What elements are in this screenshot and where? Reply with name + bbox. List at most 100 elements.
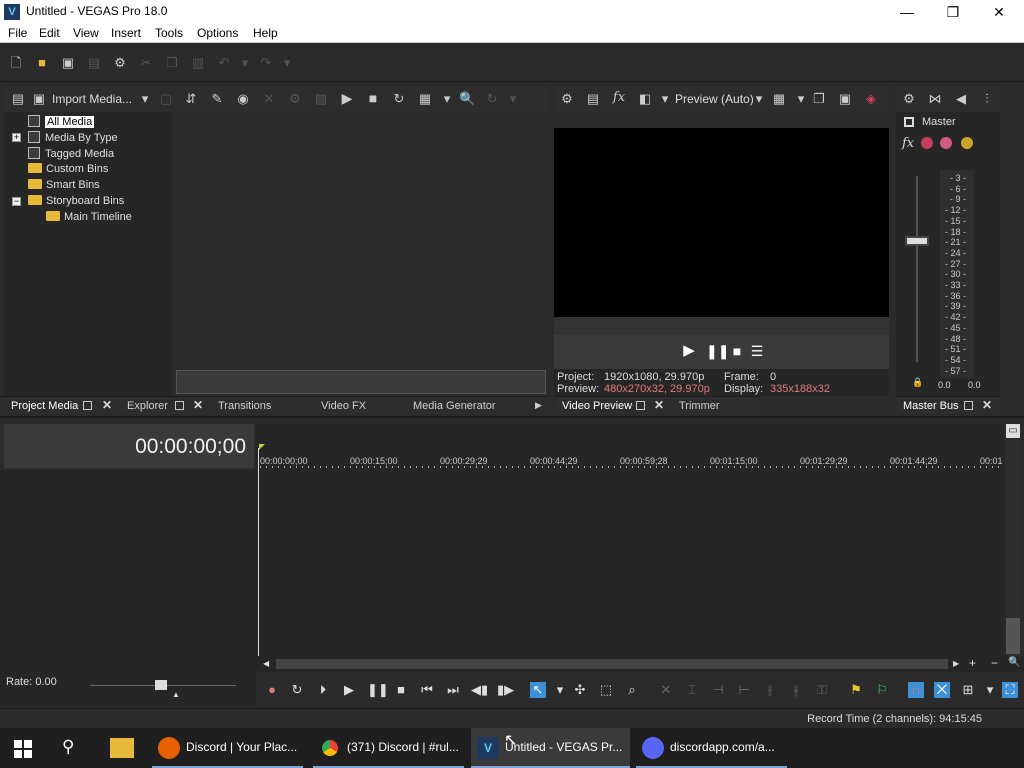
get-media-icon[interactable]: ⇵ — [184, 92, 198, 106]
panel-menu-icon[interactable]: ▤ — [11, 92, 25, 106]
preview-settings-gear-icon[interactable]: ⚙ — [560, 92, 574, 106]
capture-icon[interactable]: ▢ — [159, 92, 173, 106]
trim-end-icon[interactable]: ⊢ — [736, 682, 752, 698]
master-fx-icon[interactable]: fx — [902, 136, 914, 151]
search-icon[interactable]: ⚲ — [62, 737, 74, 757]
tree-item-tagged-media[interactable]: Tagged Media — [28, 147, 114, 160]
undock-icon[interactable] — [964, 401, 973, 410]
mixer-faders-icon[interactable]: ⫶ — [980, 92, 994, 106]
lock-icon[interactable]: 🔒 — [912, 377, 923, 388]
menu-tools[interactable]: Tools — [155, 26, 183, 40]
rate-slider-handle[interactable] — [155, 680, 167, 690]
downmix-icon[interactable]: ⋈ — [928, 92, 942, 106]
menu-edit[interactable]: Edit — [39, 26, 60, 40]
go-to-start-icon[interactable]: ⏮ — [419, 682, 435, 698]
overlays-dropdown-icon[interactable]: ▾ — [794, 92, 808, 106]
taskbar-item-chrome[interactable]: (371) Discord | #rul... — [313, 728, 464, 768]
tab-transitions[interactable]: Transitions — [218, 400, 271, 412]
play-from-start-icon[interactable]: ⏵ — [315, 682, 331, 698]
views-icon[interactable]: ▦ — [418, 92, 432, 106]
preview-device-icon[interactable]: ▤ — [586, 92, 600, 106]
redo-icon[interactable]: ↷ — [259, 56, 273, 70]
marker-bar-icon[interactable]: ▭ — [1006, 424, 1020, 438]
copy-icon[interactable]: ❐ — [165, 56, 179, 70]
minimize-button[interactable]: — — [884, 0, 930, 24]
media-scroll-area[interactable] — [176, 370, 546, 394]
expand-icon[interactable]: + — [12, 133, 21, 142]
save-as-icon[interactable]: ▤ — [87, 56, 101, 70]
color-scopes-icon[interactable]: ◈ — [864, 92, 878, 106]
views-dropdown-icon[interactable]: ▾ — [440, 92, 454, 106]
video-fx-icon[interactable]: fx — [612, 91, 626, 105]
overlays-grid-icon[interactable]: ▦ — [772, 92, 786, 106]
tab-explorer[interactable]: Explorer — [127, 400, 168, 412]
save-icon[interactable]: ▣ — [61, 56, 75, 70]
previous-frame-icon[interactable]: ◀▮ — [471, 682, 488, 698]
auto-crossfade-icon[interactable]: ⨉ — [934, 682, 950, 698]
tab-master-bus[interactable]: Master Bus — [903, 400, 959, 412]
trim-icon[interactable]: ⌶ — [684, 682, 700, 698]
scroll-left-icon[interactable]: ◀ — [263, 659, 269, 668]
fx-media-icon[interactable]: ▧ — [314, 92, 328, 106]
split-dropdown-icon[interactable]: ▾ — [658, 92, 672, 106]
envelope-tool-icon[interactable]: ✣ — [572, 682, 588, 698]
import-media-button[interactable]: Import Media... — [52, 92, 132, 106]
taskbar-item-vegas[interactable]: V Untitled - VEGAS Pr... — [471, 728, 630, 768]
delete-icon[interactable]: ✕ — [658, 682, 674, 698]
preview-stop-icon[interactable]: ■ — [730, 344, 744, 358]
menu-help[interactable]: Help — [253, 26, 278, 40]
copy-snapshot-icon[interactable]: ❐ — [812, 92, 826, 106]
track-list[interactable] — [0, 470, 256, 656]
maximize-button[interactable]: ❐ — [930, 0, 976, 24]
tab-project-media[interactable]: Project Media — [11, 400, 78, 412]
preview-menu-icon[interactable]: ☰ — [750, 344, 764, 358]
play-media-icon[interactable]: ▶ — [340, 91, 354, 105]
tree-item-smart-bins[interactable]: Smart Bins — [28, 179, 100, 191]
automation-icon[interactable] — [921, 137, 933, 149]
pause-icon[interactable]: ❚❚ — [367, 682, 389, 698]
split-alt-icon[interactable]: ⫳ — [788, 682, 804, 698]
rate-reset-icon[interactable]: ▲ — [172, 690, 180, 699]
tree-item-all-media[interactable]: All Media — [28, 115, 95, 128]
normal-edit-tool-icon[interactable]: ↖ — [530, 682, 546, 698]
trim-start-icon[interactable]: ⊣ — [710, 682, 726, 698]
search-icon[interactable]: 🔍 — [459, 92, 475, 106]
master-settings-gear-icon[interactable]: ⚙ — [902, 92, 916, 106]
snapping-icon[interactable]: ∩ — [908, 682, 924, 698]
menu-view[interactable]: View — [73, 26, 99, 40]
close-button[interactable]: ✕ — [976, 0, 1022, 24]
menu-options[interactable]: Options — [197, 26, 238, 40]
zoom-tool-icon[interactable]: 🔍 — [1008, 657, 1020, 668]
ripple-edit-icon[interactable]: ⊞ — [960, 682, 976, 698]
properties-icon[interactable]: ⚙ — [288, 92, 302, 106]
stop-icon[interactable]: ■ — [393, 682, 409, 698]
tab-trimmer[interactable]: Trimmer — [679, 400, 720, 412]
go-to-end-icon[interactable]: ⏭ — [445, 682, 461, 698]
undo-icon[interactable]: ↶ — [217, 56, 231, 70]
solo-icon[interactable] — [961, 137, 973, 149]
menu-insert[interactable]: Insert — [111, 26, 141, 40]
ripple-dropdown-icon[interactable]: ▾ — [982, 682, 998, 698]
open-folder-icon[interactable]: ■ — [35, 56, 49, 70]
collapse-icon[interactable]: − — [12, 197, 21, 206]
master-fader-handle[interactable] — [905, 236, 929, 246]
web-media-icon[interactable]: ◉ — [236, 92, 250, 106]
tree-item-main-timeline[interactable]: Main Timeline — [46, 211, 132, 223]
import-media-icon[interactable]: ▣ — [32, 92, 46, 106]
refresh-dropdown-icon[interactable]: ▾ — [506, 92, 520, 106]
tab-media-generator[interactable]: Media Generator — [413, 400, 496, 412]
insert-region-icon[interactable]: ⚐ — [874, 682, 890, 698]
stop-media-icon[interactable]: ■ — [366, 91, 380, 105]
edit-tool-dropdown-icon[interactable]: ▾ — [552, 682, 568, 698]
split-screen-icon[interactable]: ◧ — [638, 92, 652, 106]
undo-dropdown-icon[interactable]: ▾ — [238, 56, 252, 70]
tab-video-fx[interactable]: Video FX — [321, 400, 366, 412]
master-checkbox-icon[interactable] — [904, 117, 914, 127]
zoom-out-icon[interactable]: − — [991, 656, 998, 670]
split-icon[interactable]: ⫲ — [762, 682, 778, 698]
play-icon[interactable]: ▶ — [341, 682, 357, 698]
vertical-scroll-thumb[interactable] — [1006, 618, 1020, 654]
tabs-scroll-right-icon[interactable]: ▶ — [535, 400, 542, 411]
taskbar-item-discord[interactable]: discordapp.com/a... — [636, 728, 787, 768]
menu-file[interactable]: File — [8, 26, 27, 40]
